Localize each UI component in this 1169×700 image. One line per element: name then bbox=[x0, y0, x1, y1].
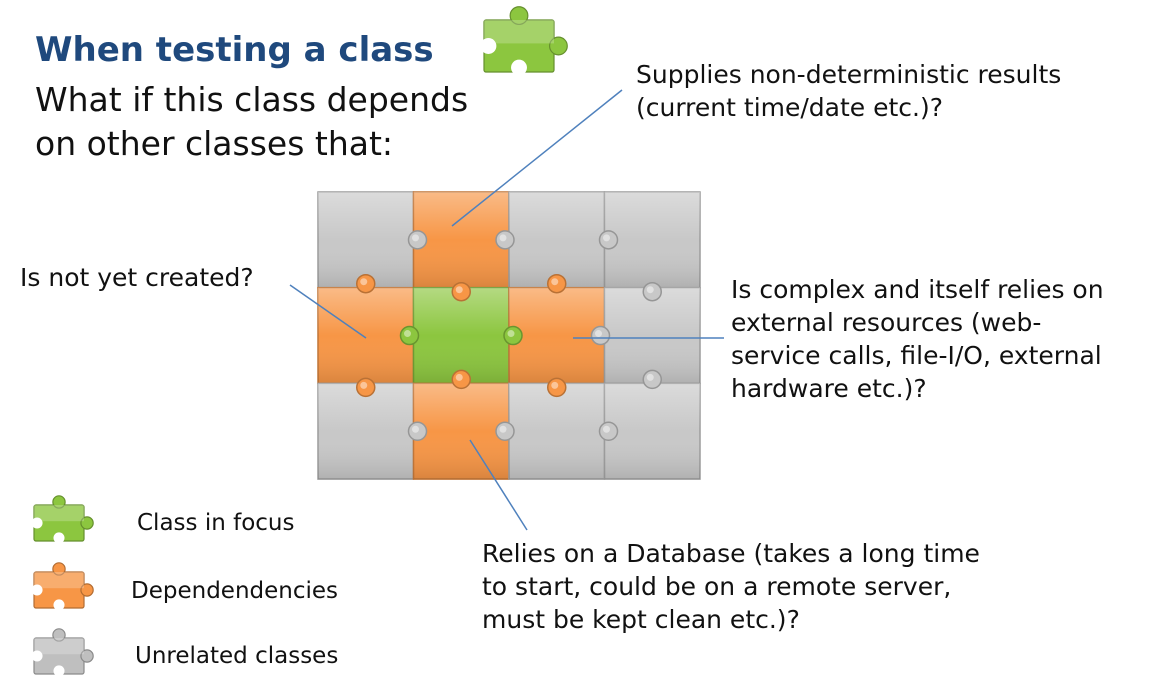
puzzle-tile-gloss bbox=[604, 192, 700, 288]
puzzle-tile-gloss bbox=[413, 192, 509, 288]
callout-line: must be kept clean etc.)? bbox=[482, 605, 800, 634]
puzzle-knob-highlight bbox=[646, 373, 654, 381]
puzzle-knob-highlight bbox=[507, 330, 515, 338]
puzzle-knob-highlight bbox=[603, 234, 610, 242]
puzzle-knob-highlight bbox=[603, 425, 610, 433]
puzzle-knob-highlight bbox=[595, 330, 602, 338]
callout-line: Relies on a Database (takes a long time bbox=[482, 539, 980, 568]
puzzle-tile-gloss bbox=[604, 383, 700, 480]
callout-line: hardware etc.)? bbox=[731, 374, 927, 403]
puzzle-knob-highlight bbox=[455, 286, 463, 294]
callout-line: service calls, file-I/O, external bbox=[731, 341, 1102, 370]
puzzle-tile-gloss bbox=[413, 287, 509, 384]
puzzle-knob-highlight bbox=[551, 381, 559, 389]
puzzle-tile-gloss bbox=[318, 287, 414, 384]
legend-label-dependencies: Dependendencies bbox=[131, 578, 339, 604]
puzzle-knob-highlight bbox=[412, 425, 419, 433]
callout-not-created: Is not yet created? bbox=[20, 261, 254, 294]
puzzle-knob-highlight bbox=[499, 234, 507, 242]
puzzle-tile-gloss bbox=[318, 192, 414, 288]
callout-line: to start, could be on a remote server, bbox=[482, 572, 952, 601]
callout-complex: Is complex and itself relies on external… bbox=[731, 273, 1104, 405]
puzzle-tile-gloss bbox=[509, 383, 605, 480]
puzzle-knob-highlight bbox=[646, 286, 654, 294]
puzzle-tile-gloss bbox=[413, 383, 509, 480]
callout-nondeterministic: Supplies non-deterministic results (curr… bbox=[636, 58, 1061, 124]
puzzle-knob-highlight bbox=[360, 381, 368, 389]
puzzle-knob-highlight bbox=[551, 278, 559, 286]
callout-line: Is complex and itself relies on bbox=[731, 275, 1104, 304]
puzzle-tile-gloss bbox=[318, 383, 414, 480]
callout-line: Is not yet created? bbox=[20, 263, 254, 292]
puzzle-tile-gloss bbox=[509, 287, 605, 384]
legend-label-focus: Class in focus bbox=[137, 510, 295, 536]
puzzle-knob-highlight bbox=[360, 278, 368, 286]
puzzle-knob-highlight bbox=[404, 330, 411, 338]
puzzle-knob-highlight bbox=[499, 425, 507, 433]
puzzle-knob-highlight bbox=[412, 234, 419, 242]
puzzle-tile-gloss bbox=[509, 192, 605, 288]
callout-line: (current time/date etc.)? bbox=[636, 93, 944, 122]
callout-database: Relies on a Database (takes a long time … bbox=[482, 537, 980, 636]
legend-label-unrelated: Unrelated classes bbox=[135, 643, 339, 669]
puzzle-tile-gloss bbox=[604, 287, 700, 384]
callout-line: external resources (web- bbox=[731, 308, 1042, 337]
callout-line: Supplies non-deterministic results bbox=[636, 60, 1062, 89]
puzzle-knob-highlight bbox=[455, 373, 463, 381]
